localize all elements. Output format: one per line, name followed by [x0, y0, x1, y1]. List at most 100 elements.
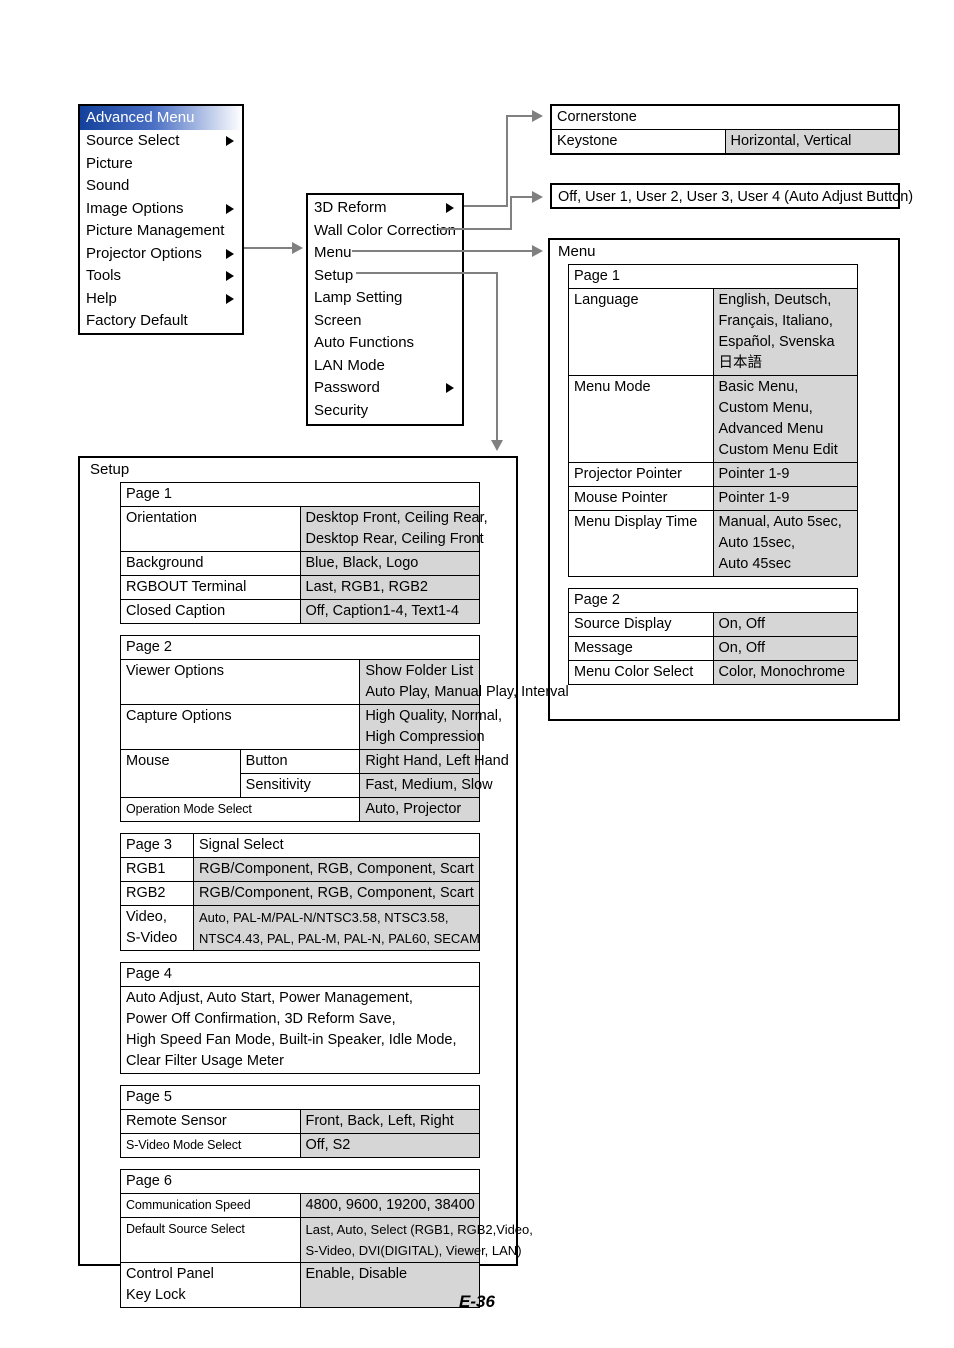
connector-arrow-icon	[292, 242, 303, 254]
page-header: Page 2	[120, 635, 480, 660]
row-label: Menu Color Select	[568, 660, 714, 685]
menu-item-factory-default[interactable]: Factory Default	[80, 310, 242, 333]
row-label: RGB2	[120, 881, 194, 906]
menu-page2-table: Page 2 Source Display On, Off Message On…	[568, 588, 858, 685]
table-row: Remote Sensor Front, Back, Left, Right	[120, 1109, 480, 1134]
cornerstone-label: Cornerstone	[550, 104, 900, 130]
menu-item-source-select[interactable]: Source Select	[80, 130, 242, 153]
menu-item-lamp-setting[interactable]: Lamp Setting	[308, 287, 462, 310]
menu-item-screen[interactable]: Screen	[308, 310, 462, 333]
row-label: Remote Sensor	[120, 1109, 301, 1134]
page-header: Page 3	[120, 833, 194, 858]
row-label: RGB1	[120, 857, 194, 882]
row-label: Orientation	[120, 506, 301, 552]
menu-item-sound[interactable]: Sound	[80, 175, 242, 198]
connector-3d-reform-v	[506, 115, 508, 207]
page-footer: E-36	[0, 1292, 954, 1312]
setup-page4-table: Page 4 Auto Adjust, Auto Start, Power Ma…	[120, 962, 480, 1074]
connector-setup-v	[496, 272, 498, 440]
menu-item-picture[interactable]: Picture	[80, 153, 242, 176]
advanced-menu-panel[interactable]: Advanced Menu Source Select Picture Soun…	[78, 104, 244, 335]
mouse-button-label: Button	[239, 749, 361, 774]
row-value: On, Off	[712, 636, 858, 661]
table-row: Page 2	[120, 635, 480, 660]
menu-item-projector-options[interactable]: Projector Options	[80, 243, 242, 266]
submenu-arrow-icon	[226, 271, 234, 282]
page-header-note: Signal Select	[193, 833, 480, 858]
menu-item-label: Wall Color Correction	[314, 221, 456, 239]
menu-item-label: Password	[314, 379, 380, 396]
table-row: Page 3 Signal Select	[120, 833, 480, 858]
keystone-label: Keystone	[550, 129, 726, 155]
page-number: E-36	[459, 1292, 495, 1311]
row-label: Menu Mode	[568, 375, 714, 463]
row-value: Blue, Black, Logo	[299, 551, 480, 576]
menu-detail-title: Menu	[558, 243, 596, 260]
table-row: Mouse Pointer Pointer 1-9	[568, 486, 858, 511]
row-value: On, Off	[712, 612, 858, 637]
table-row: Page 4	[120, 962, 480, 987]
page4-lines: Auto Adjust, Auto Start, Power Managemen…	[120, 986, 480, 1074]
row-value: 4800, 9600, 19200, 38400	[299, 1193, 480, 1218]
table-row: Keystone Horizontal, Vertical	[550, 129, 900, 155]
table-row: Closed Caption Off, Caption1-4, Text1-4	[120, 599, 480, 624]
menu-item-label: Source Select	[86, 132, 180, 149]
video-row-value: Auto, PAL-M/PAL-N/NTSC3.58, NTSC3.58, NT…	[193, 905, 480, 951]
table-row: Communication Speed 4800, 9600, 19200, 3…	[120, 1193, 480, 1218]
table-row: Menu Color Select Color, Monochrome	[568, 660, 858, 685]
table-row: RGB1 RGB/Component, RGB, Component, Scar…	[120, 857, 480, 882]
advanced-menu-title: Advanced Menu	[80, 106, 242, 130]
menu-item-tools[interactable]: Tools	[80, 265, 242, 288]
menu-item-auto-functions[interactable]: Auto Functions	[308, 332, 462, 355]
menu-item-help[interactable]: Help	[80, 288, 242, 311]
table-row: Message On, Off	[568, 636, 858, 661]
menu-item-lan-mode[interactable]: LAN Mode	[308, 355, 462, 378]
table-row: Viewer Options Show Folder List Auto Pla…	[119, 659, 569, 705]
table-row: Menu Display Time Manual, Auto 5sec, Aut…	[568, 510, 858, 577]
menu-item-label: Sound	[86, 177, 130, 194]
row-label: Menu Display Time	[568, 510, 714, 577]
menu-item-label: Security	[314, 401, 369, 419]
submenu-arrow-icon	[226, 293, 234, 304]
table-row: Page 1	[568, 264, 858, 289]
connector-3d-reform-h1	[464, 205, 508, 207]
row-value: High Quality, Normal, High Compression	[359, 704, 502, 750]
mouse-label: Mouse	[120, 749, 241, 798]
connector-arrow-icon	[532, 245, 543, 257]
row-value: Pointer 1-9	[712, 462, 858, 487]
row-value: Last, RGB1, RGB2	[299, 575, 480, 600]
row-value: RGB/Component, RGB, Component, Scart	[193, 857, 480, 882]
menu-item-label: Menu	[314, 244, 352, 261]
menu-item-setup[interactable]: Setup	[308, 265, 462, 288]
table-row: S-Video Mode Select Off, S2	[120, 1133, 480, 1158]
menu-item-image-options[interactable]: Image Options	[80, 198, 242, 221]
menu-item-picture-management[interactable]: Picture Management	[80, 220, 242, 243]
row-label: Mouse Pointer	[568, 486, 714, 511]
connector-arrow-icon	[532, 110, 543, 122]
row-label: Projector Pointer	[568, 462, 714, 487]
row-label: Message	[568, 636, 714, 661]
menu-item-label: Projector Options	[86, 244, 202, 262]
menu-item-label: Setup	[314, 266, 354, 284]
table-row: Menu Mode Basic Menu, Custom Menu, Advan…	[568, 375, 858, 463]
row-value: Front, Back, Left, Right	[299, 1109, 480, 1134]
connector-wall-color-h1	[438, 228, 512, 230]
mouse-sensitivity-value: Fast, Medium, Slow	[359, 773, 493, 798]
setup-page1-table: Page 1 Orientation Desktop Front, Ceilin…	[120, 482, 488, 624]
row-label: Operation Mode Select	[119, 797, 361, 822]
menu-item-menu[interactable]: Menu	[308, 242, 462, 265]
menu-item-3d-reform[interactable]: 3D Reform	[308, 197, 462, 220]
menu-item-wall-color-correction[interactable]: Wall Color Correction	[308, 220, 462, 243]
menu-item-label: Image Options	[86, 199, 184, 217]
menu-item-label: LAN Mode	[314, 356, 385, 374]
setup-detail-title: Setup	[90, 461, 130, 478]
menu-detail-box: Menu Page 1 Language English, Deutsch, F…	[548, 238, 900, 721]
submenu-arrow-icon	[446, 383, 454, 394]
table-row: Source Display On, Off	[568, 612, 858, 637]
menu-item-label: Screen	[314, 311, 362, 329]
row-label: Communication Speed	[120, 1193, 301, 1218]
menu-item-security[interactable]: Security	[308, 400, 462, 423]
menu-item-label: Help	[86, 289, 117, 307]
page-header: Page 4	[120, 962, 480, 987]
menu-item-password[interactable]: Password	[308, 377, 462, 400]
